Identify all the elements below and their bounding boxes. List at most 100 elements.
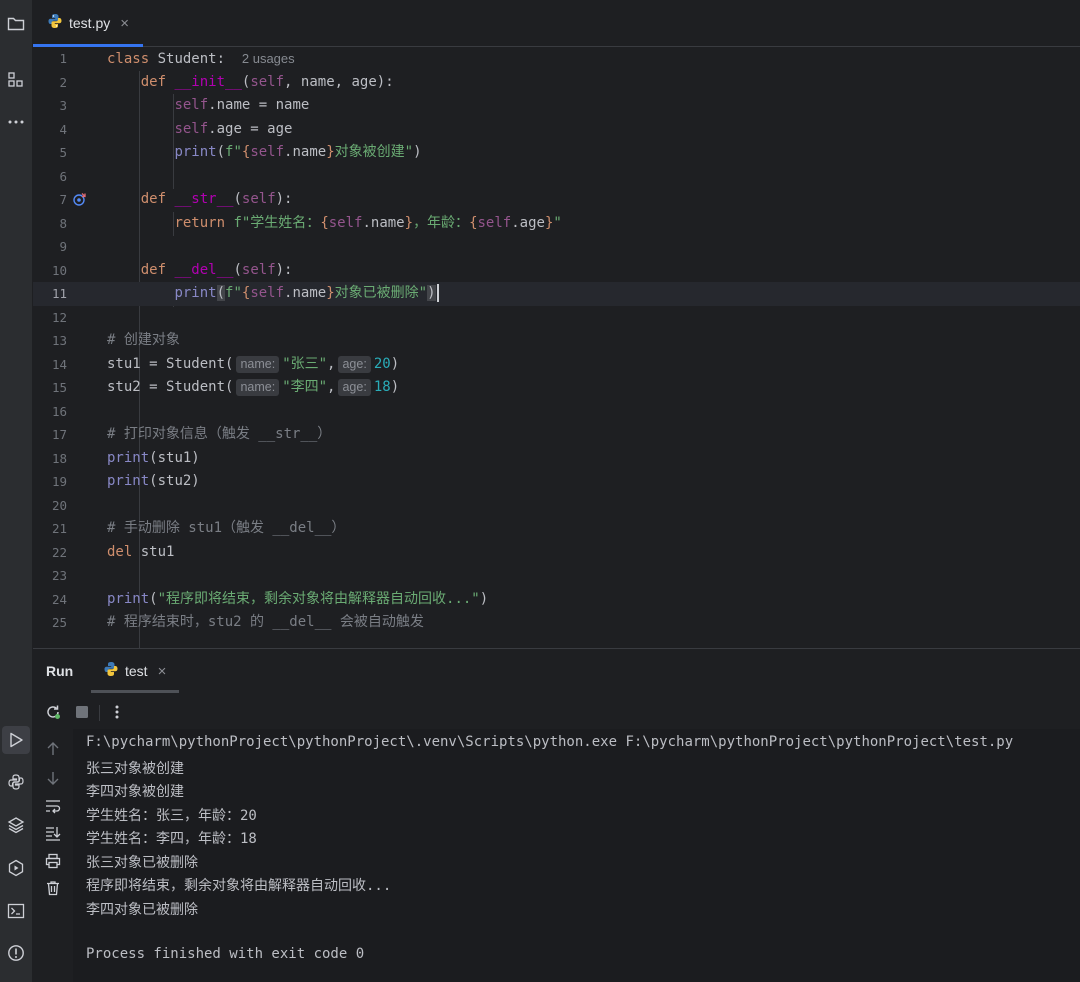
- code-comment: # 程序结束时，stu2 的 __del__ 会被自动触发: [107, 614, 424, 630]
- layers-icon[interactable]: [0, 811, 32, 839]
- left-tool-strip: [0, 0, 33, 982]
- close-tab-icon[interactable]: ×: [120, 15, 129, 32]
- code-line: 13 # 创建对象: [33, 329, 1080, 353]
- python-file-icon: [103, 661, 119, 682]
- usages-hint[interactable]: 2 usages: [242, 51, 295, 66]
- code-text: stu2 = Student(name: "李四", age: 18): [107, 379, 400, 396]
- line-number: 10: [51, 262, 67, 278]
- code-comment: # 创建对象: [107, 332, 180, 348]
- line-number: 3: [59, 98, 67, 113]
- scroll-to-end-icon[interactable]: [41, 821, 65, 845]
- code-line: 12: [33, 306, 1080, 330]
- line-number: 5: [59, 145, 67, 160]
- code-line: 15 stu2 = Student(name: "李四", age: 18): [33, 376, 1080, 400]
- param-hint: age:: [338, 355, 371, 373]
- run-tool-window: Run test × F:\pycharm\pythonProject\pyth…: [33, 648, 1080, 982]
- run-tab-label: test: [125, 663, 148, 679]
- services-icon[interactable]: [0, 854, 32, 882]
- close-tab-icon[interactable]: ×: [158, 663, 167, 680]
- line-number: 22: [51, 544, 67, 560]
- code-line: 3 self.name = name: [33, 94, 1080, 118]
- run-panel-header: Run test ×: [33, 649, 1080, 693]
- kebab-menu-icon[interactable]: [106, 701, 128, 723]
- code-line: 17 # 打印对象信息（触发 __str__）: [33, 423, 1080, 447]
- code-text: print(f"{self.name}对象已被删除"): [107, 282, 439, 306]
- python-file-icon: [47, 13, 63, 34]
- more-icon[interactable]: [0, 108, 32, 136]
- line-number: 12: [51, 309, 67, 325]
- toolbar-separator: [99, 705, 100, 721]
- console-line: 张三对象已被删除: [86, 855, 198, 871]
- line-number: 24: [51, 591, 67, 607]
- code-line: 22 del stu1: [33, 541, 1080, 565]
- line-number: 17: [51, 427, 67, 442]
- console-line: 学生姓名：李四，年龄：18: [86, 831, 257, 847]
- line-number: 25: [51, 615, 67, 630]
- code-line: 2 def __init__(self, name, age):: [33, 71, 1080, 95]
- line-number: 1: [59, 51, 67, 66]
- run-tab-test[interactable]: test ×: [91, 649, 179, 693]
- code-line: 19 print(stu2): [33, 470, 1080, 494]
- code-line: 23: [33, 564, 1080, 588]
- code-line: 7 def __str__(self):: [33, 188, 1080, 212]
- param-hint: age:: [338, 379, 371, 396]
- run-icon[interactable]: [2, 726, 30, 754]
- line-number: 16: [51, 403, 67, 419]
- console-output[interactable]: F:\pycharm\pythonProject\pythonProject\.…: [73, 729, 1080, 982]
- python-console-icon[interactable]: [0, 768, 32, 796]
- code-line: 14 stu1 = Student(name: "张三", age: 20): [33, 353, 1080, 377]
- line-number: 6: [59, 168, 67, 184]
- editor-tab-label: test.py: [69, 15, 111, 31]
- line-number: 8: [59, 215, 67, 231]
- text-caret: [436, 284, 439, 302]
- code-line: 9: [33, 235, 1080, 259]
- print-icon[interactable]: [41, 849, 65, 873]
- terminal-icon[interactable]: [0, 897, 32, 925]
- soft-wrap-icon[interactable]: [41, 794, 65, 818]
- code-text: class Student: 2 usages: [107, 51, 295, 67]
- problems-icon[interactable]: [0, 939, 32, 967]
- code-editor[interactable]: 1 class Student: 2 usages 2 def __init__(…: [33, 47, 1080, 659]
- arrow-down-icon[interactable]: [41, 766, 65, 790]
- rerun-icon[interactable]: [42, 701, 64, 723]
- line-number: 23: [51, 568, 67, 583]
- line-number: 9: [59, 239, 67, 254]
- param-hint: name:: [236, 379, 280, 396]
- folder-icon[interactable]: [0, 10, 32, 38]
- code-text: del stu1: [107, 543, 175, 560]
- console-line-command: F:\pycharm\pythonProject\pythonProject\.…: [86, 734, 1014, 750]
- code-text: print(stu2): [107, 473, 200, 489]
- code-line: 6: [33, 165, 1080, 189]
- code-text: def __str__(self):: [140, 191, 293, 207]
- arrow-up-icon[interactable]: [41, 737, 65, 761]
- param-hint: name:: [236, 355, 280, 373]
- code-line: 4 self.age = age: [33, 118, 1080, 142]
- code-line: 1 class Student: 2 usages: [33, 47, 1080, 71]
- code-line: 24 print("程序即将结束，剩余对象将由解释器自动回收..."): [33, 588, 1080, 612]
- line-number: 2: [59, 74, 67, 90]
- console-line: 李四对象已被删除: [86, 902, 198, 918]
- stop-icon[interactable]: [71, 701, 93, 723]
- code-text: print(stu1): [107, 449, 200, 466]
- code-text: def __del__(self):: [140, 261, 293, 278]
- code-comment: # 手动删除 stu1（触发 __del__）: [107, 520, 346, 536]
- editor-tab-test-py[interactable]: test.py ×: [33, 0, 143, 47]
- code-line: 5 print(f"{self.name}对象被创建"): [33, 141, 1080, 165]
- code-line: 25 # 程序结束时，stu2 的 __del__ 会被自动触发: [33, 611, 1080, 635]
- console-line: 程序即将结束，剩余对象将由解释器自动回收...: [86, 878, 392, 894]
- code-line: 20: [33, 494, 1080, 518]
- console-line: 学生姓名：张三，年龄：20: [86, 808, 257, 824]
- structure-icon[interactable]: [0, 66, 32, 94]
- current-code-line: 11 print(f"{self.name}对象已被删除"): [33, 282, 1080, 306]
- code-text: print("程序即将结束，剩余对象将由解释器自动回收..."): [107, 590, 489, 607]
- code-text: return f"学生姓名：{self.name}，年龄：{self.age}": [174, 214, 562, 231]
- trash-icon[interactable]: [41, 876, 65, 900]
- code-text: stu1 = Student(name: "张三", age: 20): [107, 355, 400, 373]
- active-tab-indicator: [91, 690, 179, 693]
- console-line: 李四对象被创建: [86, 784, 184, 800]
- line-number: 14: [51, 356, 67, 372]
- line-number: 15: [51, 380, 67, 395]
- code-line: 10 def __del__(self):: [33, 259, 1080, 283]
- run-panel-title: Run: [46, 663, 74, 679]
- console-line-exit: Process finished with exit code 0: [86, 946, 365, 962]
